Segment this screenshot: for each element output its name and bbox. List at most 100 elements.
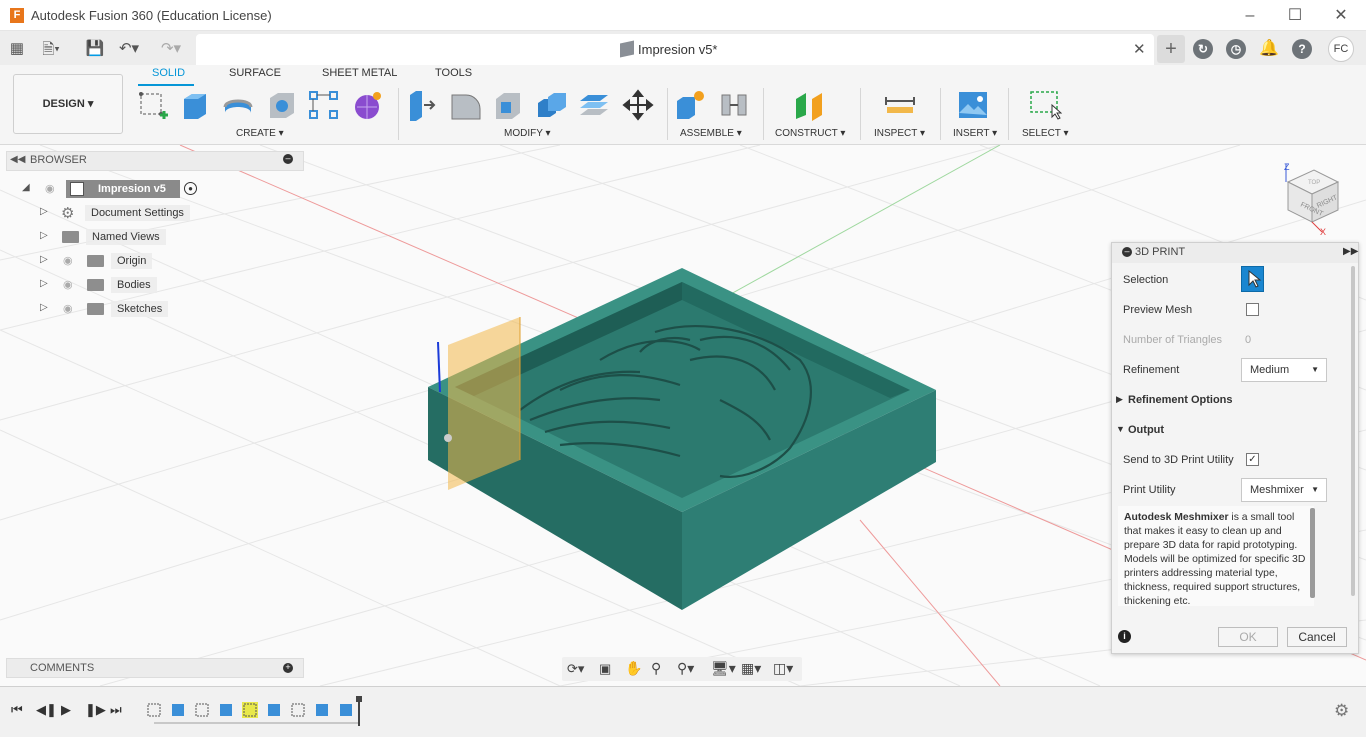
- print-utility-select[interactable]: Meshmixer ▼: [1241, 478, 1327, 502]
- inspect-menu[interactable]: INSPECT ▾: [874, 128, 925, 139]
- expand-triangle-icon[interactable]: ▶: [1116, 394, 1123, 405]
- maximize-button[interactable]: ☐: [1285, 6, 1305, 26]
- close-window-button[interactable]: ✕: [1331, 6, 1351, 26]
- browser-minimize-icon[interactable]: –: [283, 154, 293, 164]
- dialog-expand-icon[interactable]: ▶▶: [1343, 246, 1358, 257]
- viewcube[interactable]: FRONT RIGHT TOP Z X: [1278, 160, 1346, 236]
- measure-icon[interactable]: [884, 89, 916, 121]
- display-settings-icon[interactable]: 🖥▾: [711, 660, 736, 677]
- avatar[interactable]: FC: [1328, 36, 1354, 62]
- tree-expand-icon[interactable]: ▷: [40, 230, 48, 241]
- extrude-icon[interactable]: [180, 89, 212, 121]
- activate-radio-icon[interactable]: ●: [184, 182, 197, 195]
- extensions-icon[interactable]: ↻: [1193, 39, 1213, 59]
- timeline-extrude-icon[interactable]: [170, 702, 186, 718]
- grid-settings-icon[interactable]: ▦▾: [741, 660, 761, 677]
- sidebar-item-sketches[interactable]: Sketches: [111, 301, 169, 317]
- add-comment-icon[interactable]: +: [283, 663, 293, 673]
- tree-expand-icon[interactable]: ▷: [40, 278, 48, 289]
- insert-menu[interactable]: INSERT ▾: [953, 128, 997, 139]
- notifications-bell-icon[interactable]: 🔔: [1259, 39, 1279, 59]
- offset-face-icon[interactable]: [578, 89, 610, 121]
- data-panel-grid-icon[interactable]: ▦: [6, 39, 28, 57]
- refinement-select[interactable]: Medium ▼: [1241, 358, 1327, 382]
- hole-icon[interactable]: [266, 89, 298, 121]
- timeline-sketch-selected-icon[interactable]: [242, 702, 258, 718]
- close-tab-icon[interactable]: ✕: [1133, 40, 1146, 58]
- minimize-button[interactable]: –: [1240, 6, 1260, 26]
- combine-icon[interactable]: [536, 89, 568, 121]
- go-to-start-icon[interactable]: ⏮: [11, 702, 23, 718]
- tree-expand-icon[interactable]: ▷: [40, 206, 48, 217]
- revolve-icon[interactable]: [222, 89, 254, 121]
- collapse-browser-icon[interactable]: ◀◀: [10, 154, 25, 165]
- send-to-utility-checkbox[interactable]: ✓: [1246, 453, 1259, 466]
- create-menu[interactable]: CREATE ▾: [236, 128, 284, 139]
- timeline-settings-gear-icon[interactable]: ⚙: [1334, 701, 1349, 721]
- timeline-sketch-icon[interactable]: [194, 702, 210, 718]
- dialog-scrollbar[interactable]: [1351, 266, 1355, 596]
- help-icon[interactable]: ?: [1292, 39, 1312, 59]
- visibility-eye-icon[interactable]: ◉: [63, 302, 73, 315]
- timeline-sketch-icon[interactable]: [146, 702, 162, 718]
- new-tab-button[interactable]: +: [1157, 35, 1185, 63]
- visibility-eye-icon[interactable]: ◉: [63, 278, 73, 291]
- output-section[interactable]: Output: [1128, 424, 1164, 436]
- new-component-icon[interactable]: [674, 89, 706, 121]
- play-icon[interactable]: ▶: [61, 702, 71, 718]
- sidebar-item-named-views[interactable]: Named Views: [86, 229, 166, 245]
- tree-expand-icon[interactable]: ▷: [40, 302, 48, 313]
- modify-menu[interactable]: MODIFY ▾: [504, 128, 551, 139]
- preview-mesh-checkbox[interactable]: [1246, 303, 1259, 316]
- visibility-eye-icon[interactable]: ◉: [45, 182, 55, 195]
- ok-button[interactable]: OK: [1218, 627, 1278, 647]
- window-select-icon[interactable]: [1030, 89, 1062, 121]
- go-to-end-icon[interactable]: ⏭: [110, 702, 122, 718]
- workspace-switcher-button[interactable]: DESIGN ▾: [13, 74, 123, 134]
- collapse-triangle-icon[interactable]: ▼: [1116, 424, 1125, 434]
- select-menu[interactable]: SELECT ▾: [1022, 128, 1069, 139]
- info-icon[interactable]: i: [1118, 630, 1131, 643]
- refinement-options-section[interactable]: Refinement Options: [1128, 394, 1233, 406]
- dialog-minimize-icon[interactable]: –: [1122, 247, 1132, 257]
- fillet-icon[interactable]: [450, 89, 482, 121]
- sidebar-item-document-settings[interactable]: Document Settings: [85, 205, 190, 221]
- step-forward-icon[interactable]: ❚▶: [85, 702, 106, 718]
- viewports-icon[interactable]: ◫▾: [773, 660, 793, 677]
- orbit-icon[interactable]: ⟳▾: [567, 661, 584, 677]
- timeline-extrude-icon[interactable]: [314, 702, 330, 718]
- visibility-eye-icon[interactable]: ◉: [63, 254, 73, 267]
- press-pull-icon[interactable]: [406, 89, 438, 121]
- joint-icon[interactable]: [718, 89, 750, 121]
- pan-hand-icon[interactable]: ✋: [625, 660, 642, 677]
- tab-solid[interactable]: SOLID: [152, 67, 185, 79]
- timeline-sketch-icon[interactable]: [290, 702, 306, 718]
- timeline-extrude-icon[interactable]: [218, 702, 234, 718]
- pattern-icon[interactable]: [308, 89, 340, 121]
- assemble-menu[interactable]: ASSEMBLE ▾: [680, 128, 742, 139]
- sidebar-item-bodies[interactable]: Bodies: [111, 277, 157, 293]
- look-at-icon[interactable]: ▣: [599, 661, 611, 677]
- file-menu-icon[interactable]: 🗎▾: [40, 39, 62, 64]
- description-scrollbar[interactable]: [1310, 508, 1315, 598]
- selection-button[interactable]: [1241, 266, 1264, 292]
- move-icon[interactable]: [622, 89, 654, 121]
- tree-expand-icon[interactable]: ▷: [40, 254, 48, 265]
- create-sketch-icon[interactable]: [138, 89, 170, 121]
- step-back-icon[interactable]: ◀❚: [36, 702, 57, 718]
- job-status-icon[interactable]: ◷: [1226, 39, 1246, 59]
- offset-plane-icon[interactable]: [794, 89, 826, 121]
- tab-sheet-metal[interactable]: SHEET METAL: [322, 67, 397, 79]
- construct-menu[interactable]: CONSTRUCT ▾: [775, 128, 845, 139]
- create-form-icon[interactable]: [352, 89, 384, 121]
- insert-image-icon[interactable]: [957, 89, 989, 121]
- shell-icon[interactable]: [492, 89, 524, 121]
- undo-icon[interactable]: ↶▾: [118, 39, 140, 57]
- timeline-extrude-icon[interactable]: [338, 702, 354, 718]
- zoom-icon[interactable]: ⚲: [651, 660, 661, 677]
- tab-surface[interactable]: SURFACE: [229, 67, 281, 79]
- redo-icon[interactable]: ↷▾: [160, 39, 182, 57]
- save-icon[interactable]: 💾: [84, 39, 106, 57]
- timeline-extrude-icon[interactable]: [266, 702, 282, 718]
- fit-zoom-icon[interactable]: ⚲▾: [677, 660, 694, 677]
